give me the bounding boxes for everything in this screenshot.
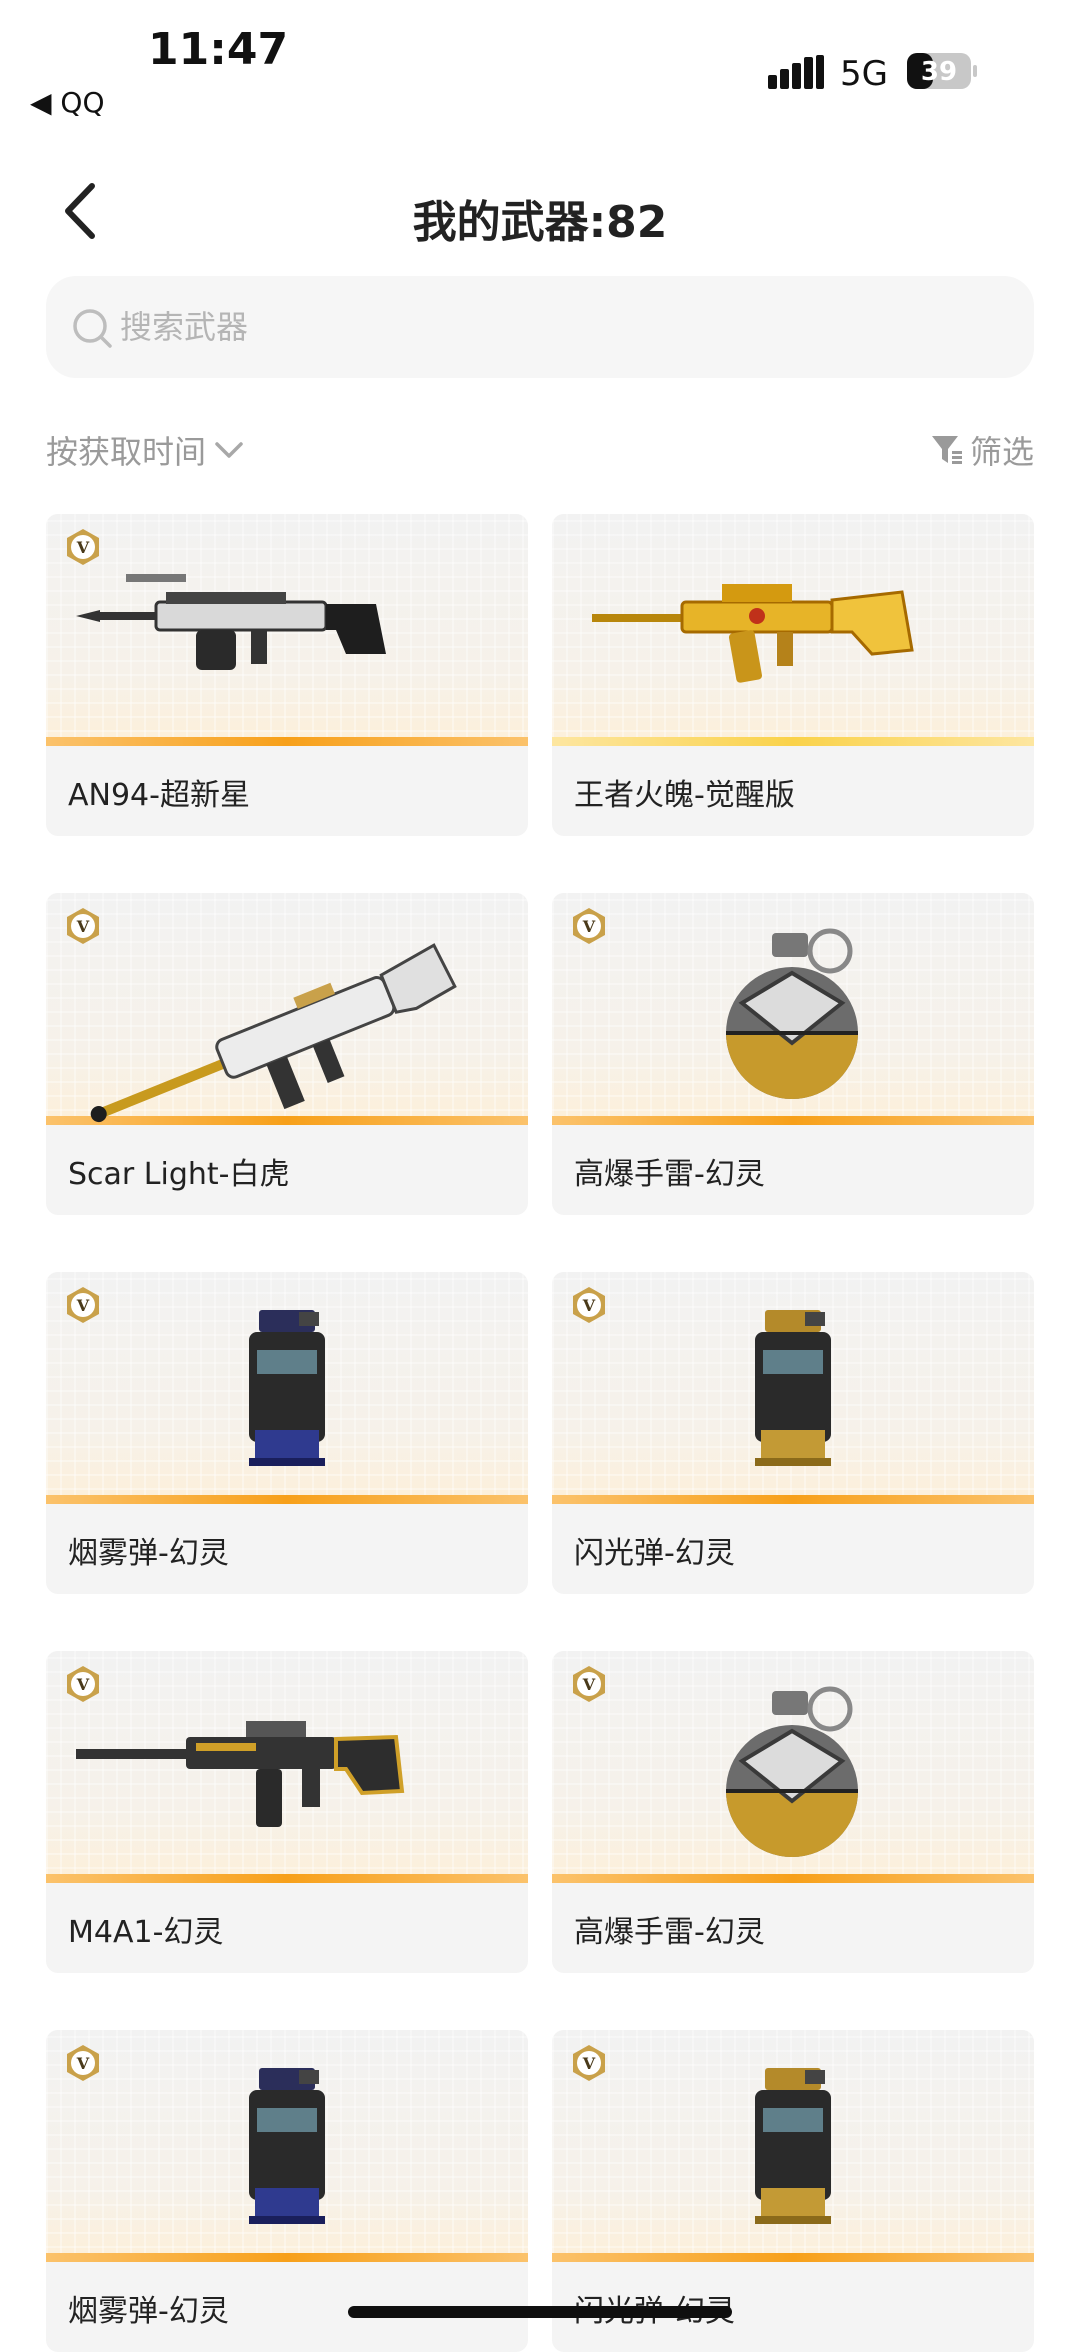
sort-dropdown[interactable]: 按获取时间: [46, 424, 244, 476]
chevron-down-icon: [215, 442, 243, 458]
weapon-image: V: [46, 1651, 528, 1883]
weapon-image: V: [552, 2030, 1034, 2262]
filter-button[interactable]: 筛选: [930, 424, 1034, 476]
weapon-name: 王者火魄-觉醒版: [574, 778, 795, 813]
weapon-card[interactable]: V 烟雾弹-幻灵: [46, 2030, 528, 2352]
weapon-name: Scar Light-白虎: [68, 1157, 290, 1192]
search-input[interactable]: [118, 296, 1002, 358]
weapon-name: 高爆手雷-幻灵: [574, 1157, 765, 1192]
weapon-card[interactable]: V 烟雾弹-幻灵: [46, 1272, 528, 1594]
weapon-image: [552, 514, 1034, 746]
v-badge-icon: V: [67, 529, 99, 565]
weapon-card[interactable]: V M4A1-幻灵: [46, 1651, 528, 1973]
svg-text:V: V: [582, 2054, 596, 2073]
weapon-image: V: [46, 893, 528, 1125]
weapon-card[interactable]: V AN94-超新星: [46, 514, 528, 836]
v-badge-icon: V: [67, 2045, 99, 2081]
weapon-name: 烟雾弹-幻灵: [68, 1536, 229, 1571]
weapon-name: AN94-超新星: [68, 778, 250, 813]
v-badge-icon: V: [67, 1666, 99, 1702]
nav-bar: 我的武器:82: [0, 160, 1080, 260]
weapon-card[interactable]: V 闪光弹-幻灵: [552, 1272, 1034, 1594]
filter-label: 筛选: [969, 433, 1034, 471]
v-badge-icon: V: [573, 908, 605, 944]
status-bar: 11:47 ◀ QQ 5G 39: [0, 0, 1080, 120]
weapon-art-flash-gold: [552, 2030, 1034, 2262]
home-indicator: [348, 2306, 732, 2318]
signal-icon: [768, 55, 824, 89]
weapon-card[interactable]: V闪光弹-幻灵: [552, 2030, 1034, 2352]
weapon-card[interactable]: 王者火魄-觉醒版: [552, 514, 1034, 836]
v-badge-icon: V: [573, 2045, 605, 2081]
battery-icon: 39: [907, 53, 977, 89]
weapon-art-smoke-blue: [46, 2030, 528, 2262]
network-type: 5G: [840, 54, 888, 94]
status-time: 11:47: [148, 24, 289, 75]
svg-text:V: V: [76, 2054, 90, 2073]
weapon-card[interactable]: V 高爆手雷-幻灵: [552, 893, 1034, 1215]
weapon-card[interactable]: V Scar Light-白虎: [46, 893, 528, 1215]
weapon-image: V: [552, 1272, 1034, 1504]
weapon-image: V: [46, 2030, 528, 2262]
svg-text:V: V: [582, 1675, 596, 1694]
weapon-art-rifle-gold: [552, 514, 1034, 746]
weapon-name: M4A1-幻灵: [68, 1915, 224, 1950]
weapon-card[interactable]: V 高爆手雷-幻灵: [552, 1651, 1034, 1973]
svg-text:V: V: [76, 538, 90, 557]
v-badge-icon: V: [67, 908, 99, 944]
search-icon: [73, 309, 112, 348]
back-to-app-link[interactable]: ◀ QQ: [30, 86, 105, 119]
svg-text:V: V: [76, 1675, 90, 1694]
v-badge-icon: V: [67, 1287, 99, 1323]
weapon-art-rifle-white-tiger: [46, 893, 528, 1125]
svg-text:V: V: [582, 1296, 596, 1315]
battery-level: 39: [921, 57, 957, 87]
weapon-image: V: [46, 1272, 528, 1504]
weapon-image: V: [46, 514, 528, 746]
weapon-image: V: [552, 893, 1034, 1125]
weapon-art-flash-gold: [552, 1272, 1034, 1504]
svg-text:V: V: [76, 1296, 90, 1315]
page-title: 我的武器:82: [412, 197, 668, 248]
weapon-art-grenade: [552, 1651, 1034, 1883]
svg-text:V: V: [76, 917, 90, 936]
weapon-name: 烟雾弹-幻灵: [68, 2294, 229, 2329]
weapon-image: V: [552, 1651, 1034, 1883]
weapon-name: 高爆手雷-幻灵: [574, 1915, 765, 1950]
v-badge-icon: V: [573, 1287, 605, 1323]
weapon-art-rifle-silver: [46, 514, 528, 746]
v-badge-icon: V: [573, 1666, 605, 1702]
weapon-art-grenade: [552, 893, 1034, 1125]
weapon-art-smoke-blue: [46, 1272, 528, 1504]
svg-text:V: V: [582, 917, 596, 936]
filter-icon: [931, 436, 962, 464]
search-bar[interactable]: [46, 276, 1034, 378]
weapon-name: 闪光弹-幻灵: [574, 1536, 735, 1571]
sort-label: 按获取时间: [46, 433, 207, 471]
weapon-art-rifle-m4: [46, 1651, 528, 1883]
